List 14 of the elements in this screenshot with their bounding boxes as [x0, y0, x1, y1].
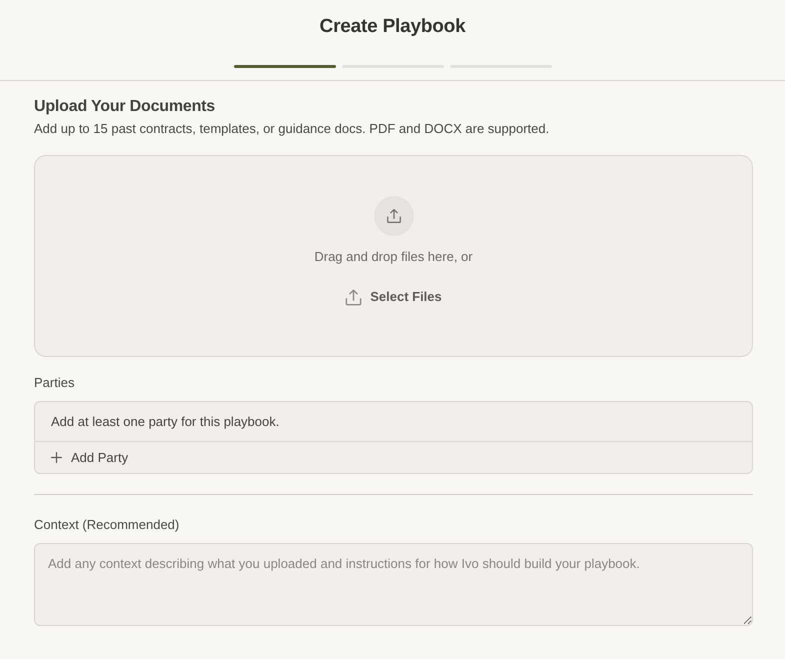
add-party-button[interactable]: Add Party: [35, 442, 752, 473]
plus-icon: [51, 452, 62, 463]
upload-icon: [345, 288, 362, 306]
upload-icon: [374, 196, 414, 236]
select-files-button[interactable]: Select Files: [341, 285, 446, 309]
page-title: Create Playbook: [320, 15, 466, 39]
context-field[interactable]: Add any context describing what you uploaded and instructions for how Ivo should build your playbook.: [34, 543, 753, 626]
empty-message: Add at least one party for this playbook.: [35, 402, 752, 442]
field-label: Context (Recommended): [34, 516, 180, 534]
dropzone-text: Drag and drop files here, or: [314, 248, 473, 266]
section-description: Add up to 15 past contracts, templates, or guidance docs. PDF and DOCX are supported.: [34, 120, 550, 138]
dropzone[interactable]: Drag and drop files here, or Select Files: [34, 155, 753, 357]
section-heading: Upload Your Documents: [34, 97, 216, 117]
field-label: Parties: [34, 374, 76, 392]
